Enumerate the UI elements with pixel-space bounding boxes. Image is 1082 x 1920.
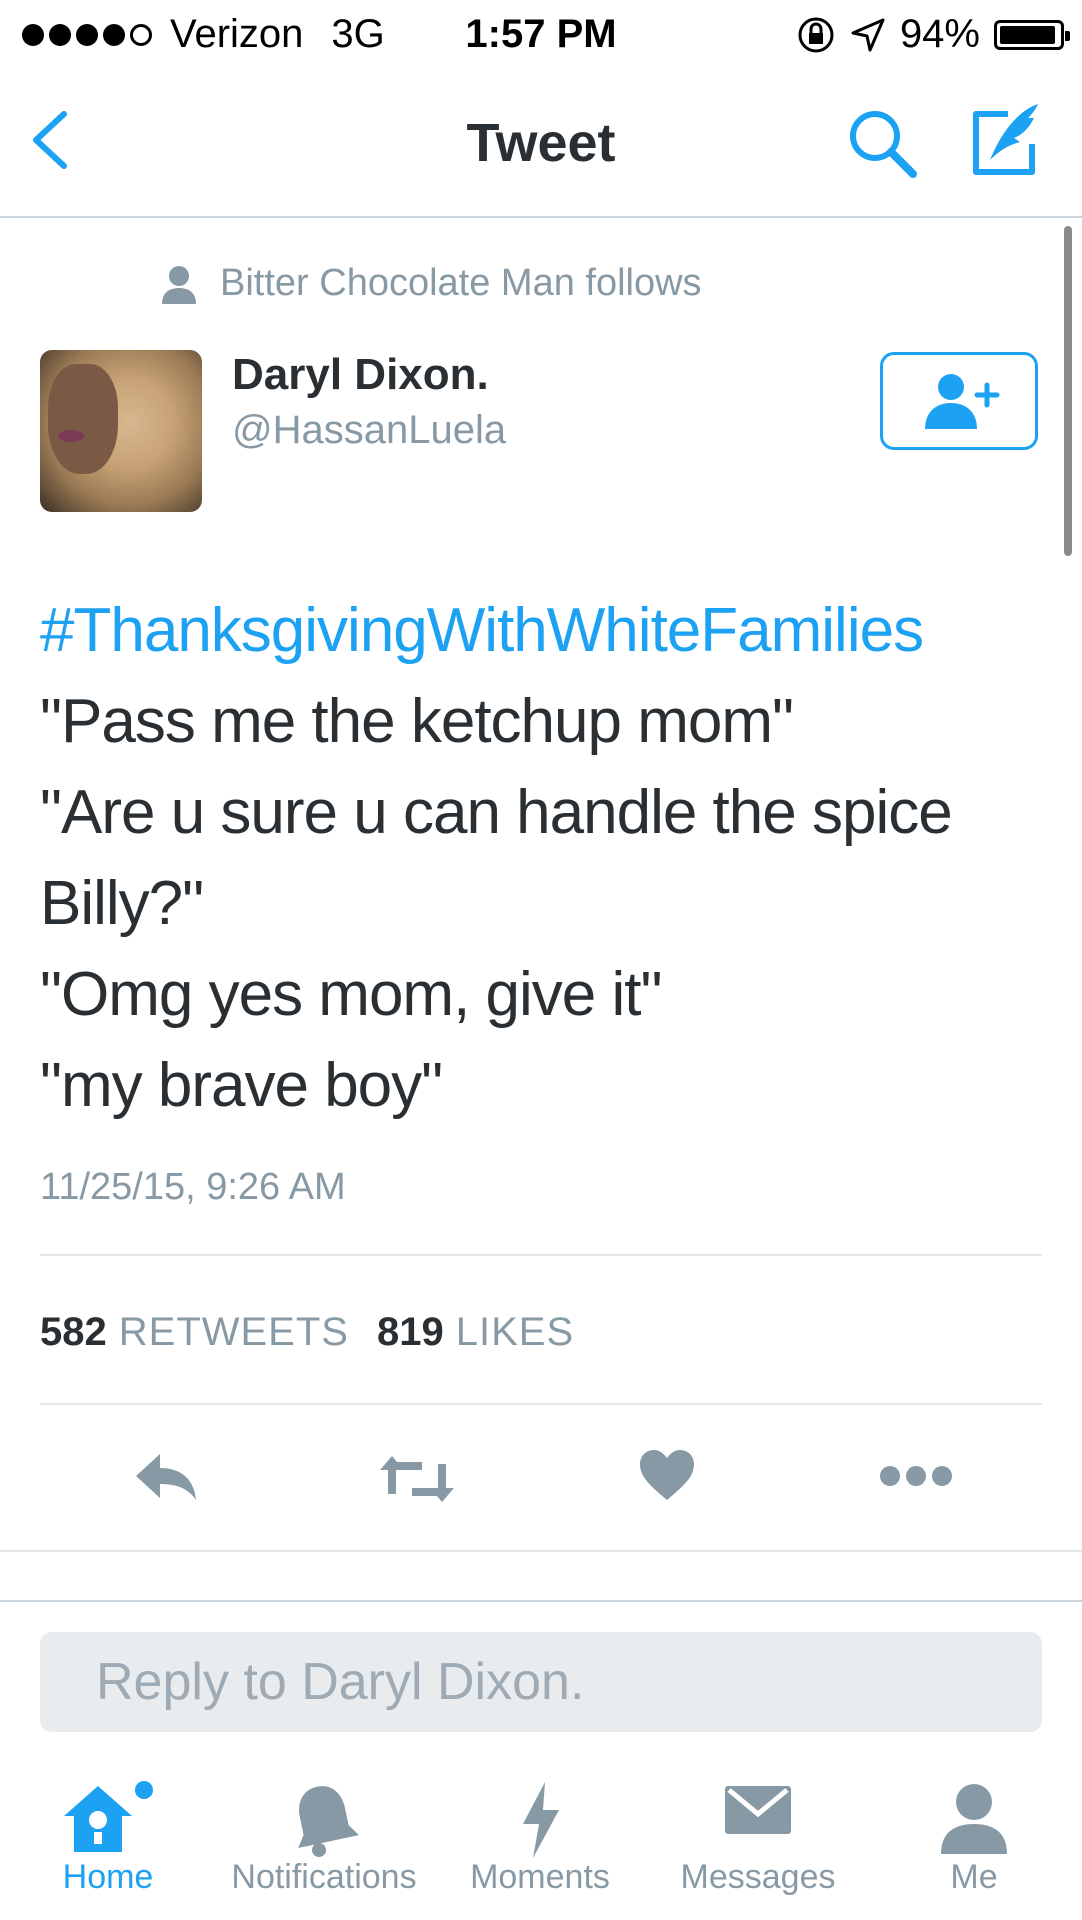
status-right: 94% — [796, 12, 1070, 57]
rotation-lock-icon — [798, 17, 834, 52]
status-bar: Verizon 3G 1:57 PM 94% — [0, 0, 1082, 68]
tweet-line: Billy?" — [40, 869, 204, 938]
heart-icon — [640, 1450, 694, 1500]
tweet-line: "my brave boy" — [40, 1051, 443, 1120]
retweet-count[interactable]: 582 — [40, 1310, 107, 1355]
reply-input[interactable]: Reply to Daryl Dixon. — [40, 1632, 1042, 1732]
reply-placeholder: Reply to Daryl Dixon. — [96, 1653, 585, 1711]
scrollbar[interactable] — [1064, 226, 1072, 556]
compose-icon — [973, 104, 1038, 175]
battery-icon — [994, 19, 1070, 50]
author-handle[interactable]: @HassanLuela — [232, 408, 506, 453]
social-context: Bitter Chocolate Man follows — [160, 262, 702, 305]
tweet-line: "Are u sure u can handle the spice — [40, 778, 953, 847]
search-button[interactable] — [845, 106, 921, 187]
location-icon — [851, 18, 885, 51]
search-icon — [850, 111, 917, 178]
avatar[interactable] — [40, 350, 202, 512]
retweet-label[interactable]: RETWEETS — [119, 1310, 349, 1355]
social-context-text: Bitter Chocolate Man follows — [220, 262, 702, 304]
tweet-timestamp: 11/25/15, 9:26 AM — [40, 1166, 346, 1208]
reply-bar: Reply to Daryl Dixon. — [0, 1600, 1082, 1742]
person-icon — [162, 265, 196, 304]
author-name[interactable]: Daryl Dixon. — [232, 350, 489, 400]
more-icon — [880, 1466, 952, 1486]
tab-label: Me — [950, 1858, 998, 1896]
tweet-stats: 582 RETWEETS 819 LIKES — [40, 1310, 602, 1355]
envelope-icon — [725, 1786, 791, 1834]
tweet-line: "Omg yes mom, give it" — [40, 960, 663, 1029]
like-count[interactable]: 819 — [377, 1310, 444, 1355]
hashtag-link[interactable]: #ThanksgivingWithWhiteFamilies — [40, 585, 1050, 676]
follow-button[interactable] — [880, 352, 1038, 450]
battery-percent: 94% — [899, 12, 980, 56]
bell-icon — [298, 1786, 359, 1857]
nav-bar: Tweet — [0, 68, 1082, 218]
reply-button[interactable] — [134, 1452, 200, 1507]
home-icon — [64, 1781, 153, 1852]
tab-bar: Home Notifications Moments Messages Me — [0, 1740, 1082, 1920]
tweet-text: #ThanksgivingWithWhiteFamilies "Pass me … — [40, 585, 1050, 1131]
like-label[interactable]: LIKES — [456, 1310, 574, 1355]
compose-button[interactable] — [968, 100, 1044, 185]
more-button[interactable] — [878, 1464, 954, 1493]
retweet-icon — [380, 1456, 454, 1502]
tweet-line: "Pass me the ketchup mom" — [40, 687, 794, 756]
divider — [0, 1550, 1082, 1552]
lightning-icon — [523, 1782, 559, 1858]
divider — [40, 1254, 1042, 1256]
divider — [40, 1403, 1042, 1405]
person-icon — [941, 1784, 1007, 1854]
retweet-button[interactable] — [376, 1454, 458, 1509]
add-user-icon — [925, 374, 1000, 429]
like-button[interactable] — [638, 1448, 696, 1507]
reply-icon — [136, 1454, 196, 1500]
